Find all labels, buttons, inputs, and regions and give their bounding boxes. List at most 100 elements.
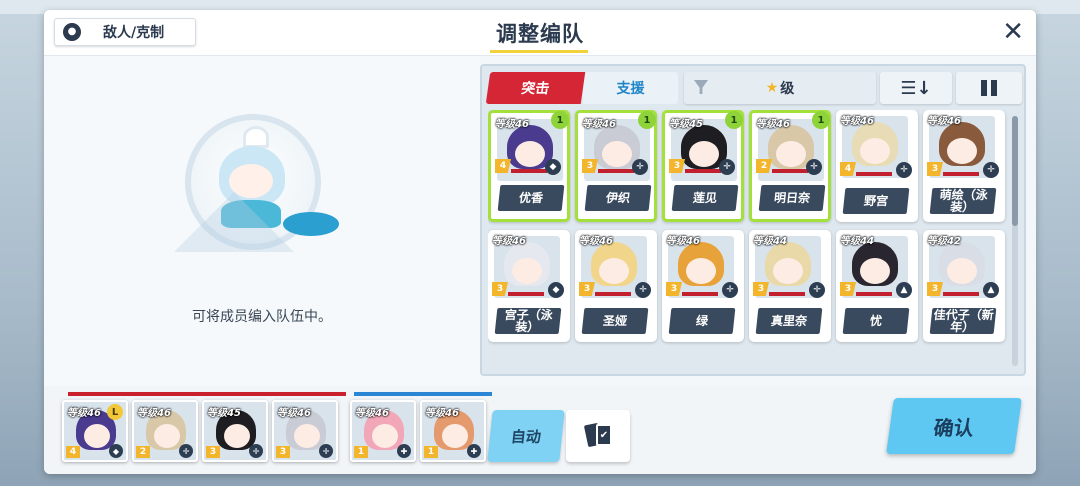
student-card[interactable]: 等级45 1 3 ✛ 莲见 [662,110,744,222]
scrollbar-thumb[interactable] [1012,116,1018,226]
striker-team-indicator [68,392,346,396]
slot-portrait-face [372,424,398,448]
student-name: 宫子（泳装） [494,308,562,334]
student-name: 明日奈 [758,185,826,211]
attack-type-bar [685,169,721,173]
team-slot[interactable]: 等级46 1 ✚ [350,400,416,462]
student-card[interactable]: 等级46 3 ✛ 圣娅 [575,230,657,342]
role-tabs: 突击 支援 [485,72,678,104]
slot-star-badge: 2 [136,446,150,458]
student-card[interactable]: 等级46 3 ✛ 萌绘（泳装） [923,110,1005,222]
view-toggle-icon [981,80,987,96]
slot-role-icon: ✛ [179,444,193,458]
role-icon: ◆ [548,282,564,298]
slot-level: 等级46 [425,408,459,419]
slot-portrait-face [442,424,468,448]
student-card[interactable]: 等级46 1 4 ◆ 优香 [488,110,570,222]
card-check-icon: ✔ [596,424,612,446]
student-card[interactable]: 等级44 3 ✛ 真里奈 [749,230,831,342]
student-level: 等级46 [840,116,874,127]
tab-special[interactable]: 支援 [583,72,678,104]
student-name: 优香 [497,185,565,211]
role-icon: ▲ [983,282,999,298]
student-name: 伊织 [584,185,652,211]
team-bar: 等级46 4 ◆ L 等级46 2 ✛ 等级45 3 ✛ 等级46 3 ✛ 等级46 1 ✚ 等级46 1 ✚ 自动… [44,386,1036,474]
attack-type-bar [508,292,544,296]
page-title: 调整编队 [496,22,584,46]
student-card[interactable]: 等级46 3 ◆ 宫子（泳装） [488,230,570,342]
tab-striker[interactable]: 突击 [485,72,586,104]
filter-dropdown[interactable]: ★ 级 [684,72,876,104]
close-icon[interactable]: ✕ [1002,18,1024,46]
role-icon: ✛ [983,162,999,178]
portrait-face [515,141,545,167]
student-name: 真里奈 [755,308,823,334]
portrait-face [947,138,977,164]
role-icon: ✛ [809,282,825,298]
student-level: 等级42 [927,236,961,247]
portrait-face [776,141,806,167]
card-deck-button[interactable]: ✔ [566,410,630,462]
sort-order-button[interactable]: ☰↓ [880,72,952,104]
student-level: 等级46 [927,116,961,127]
filter-label: 级 [780,81,795,97]
slot-level: 等级46 [67,408,101,419]
attack-type-bar [511,169,547,173]
role-icon: ✛ [635,282,651,298]
student-name: 忧 [842,308,910,334]
student-level: 等级46 [579,236,613,247]
student-level: 等级45 [669,119,703,130]
hint-text: 可将成员编入队伍中。 [192,309,332,325]
attack-type-bar [943,292,979,296]
role-icon: ▲ [896,282,912,298]
student-roster: 突击 支援 ★ 级 ☰↓ 等级46 1 4 ◆ 优香 等级46 1 3 ✛ 伊织 等级45 1 3 ✛ 莲见… [480,64,1026,376]
team-slot[interactable]: 等级45 3 ✛ [202,400,268,462]
portrait-face [599,258,629,284]
team-slot[interactable]: 等级46 4 ◆ L [62,400,128,462]
auto-button[interactable]: 自动 [487,410,565,462]
student-level: 等级44 [753,236,787,247]
slot-role-icon: ✛ [319,444,333,458]
student-card[interactable]: 等级42 3 ▲ 佳代子（新年） [923,230,1005,342]
student-name: 圣娅 [581,308,649,334]
slot-level: 等级46 [277,408,311,419]
team-slot[interactable]: 等级46 1 ✚ [420,400,486,462]
student-name: 莲见 [671,185,739,211]
slot-portrait-face [294,424,320,448]
view-toggle-button[interactable] [956,72,1022,104]
formation-panel: ● 敌人/克制 调整编队 ✕ 可将成员编入队伍中。 突击 支援 ★ 级 ☰↓ 等… [44,10,1036,474]
team-slot-badge: 1 [725,111,743,129]
student-level: 等级44 [840,236,874,247]
panel-header: ● 敌人/克制 调整编队 ✕ [44,10,1036,56]
team-slot[interactable]: 等级46 3 ✛ [272,400,338,462]
slot-role-icon: ✚ [397,444,411,458]
student-card[interactable]: 等级46 1 2 ✛ 明日奈 [749,110,831,222]
portrait-face [860,138,890,164]
special-team-indicator [354,392,492,396]
attack-type-bar [598,169,634,173]
student-name: 佳代子（新年） [929,308,997,334]
roster-scrollbar[interactable] [1012,116,1018,366]
team-slot[interactable]: 等级46 2 ✛ [132,400,198,462]
role-icon: ✛ [632,159,648,175]
slot-role-icon: ◆ [109,444,123,458]
triangle-decoration [174,192,294,252]
student-card[interactable]: 等级46 1 3 ✛ 伊织 [575,110,657,222]
portrait-face [512,258,542,284]
student-level: 等级46 [756,119,790,130]
student-card[interactable]: 等级44 3 ▲ 忧 [836,230,918,342]
attack-type-bar [769,292,805,296]
team-slot-badge: 1 [638,111,656,129]
portrait-face [947,258,977,284]
attack-type-bar [772,169,808,173]
slot-star-badge: 1 [354,446,368,458]
slot-level: 等级46 [355,408,389,419]
confirm-button[interactable]: 确认 [886,398,1022,454]
student-level: 等级46 [492,236,526,247]
student-card[interactable]: 等级46 3 ✛ 绿 [662,230,744,342]
slot-star-badge: 4 [66,446,80,458]
role-icon: ✛ [896,162,912,178]
slot-star-badge: 3 [206,446,220,458]
role-icon: ✛ [806,159,822,175]
student-card[interactable]: 等级46 4 ✛ 野宫 [836,110,918,222]
